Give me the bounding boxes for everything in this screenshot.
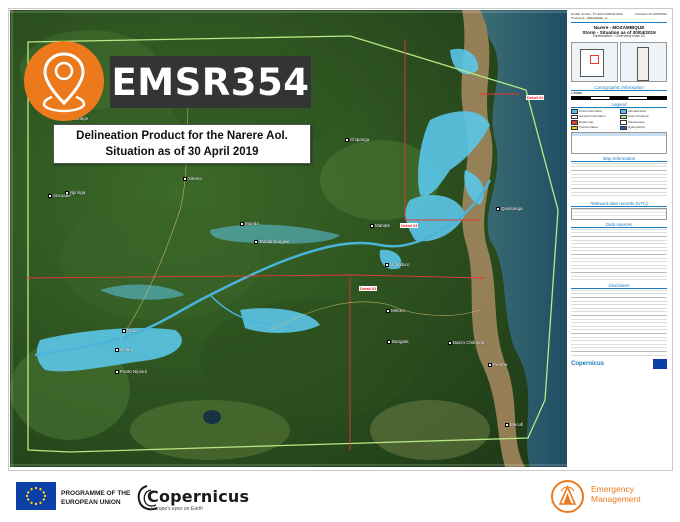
legend-item: Transportation (571, 126, 618, 131)
scale-bar (571, 96, 667, 101)
legend-swatch (620, 114, 627, 120)
legend-swatch (571, 114, 578, 120)
copernicus-wordmark: Copernicus (147, 487, 250, 506)
detail-map-label: Detail 03 (400, 223, 419, 228)
map-scale: 1:40000 (571, 90, 583, 95)
placename-label: Quissanga (496, 206, 523, 211)
cartographic-heading: Cartographic Information (571, 85, 667, 91)
eu-line-1: PROGRAMME OF THE (61, 490, 131, 497)
placename-label: Ocua (122, 328, 138, 333)
copernicus-tagline: Europe's eyes on Earth (151, 506, 203, 512)
placename-label: Bairro Chitunda (448, 340, 484, 345)
legend-swatch (571, 109, 578, 114)
product-table (571, 132, 667, 155)
product-title-box: Delineation Product for the Narere AoI. … (53, 124, 311, 164)
legend-heading: Legend (571, 102, 667, 109)
placename-label: Ponte Nipiodi (115, 369, 147, 374)
legend-swatch (620, 109, 627, 114)
eu-line-2: EUROPEAN UNION (61, 499, 121, 506)
legend-label: Crisis Information (579, 108, 603, 113)
placename-label: Bangala (387, 339, 409, 344)
activation-code-bar: EMSR354 (110, 56, 311, 108)
placename-label: Mahate (370, 223, 390, 228)
em-line-1: Emergency (591, 484, 634, 494)
legend-swatch (620, 120, 627, 125)
placename-label: Xitemo (183, 176, 202, 181)
legend-item: Hydrography (620, 126, 667, 131)
map-type: Delineation - Overview map 01 (593, 34, 645, 39)
eu-small-flag (653, 359, 667, 370)
product-title-line-2: Situation as of 30 April 2019 (105, 146, 259, 158)
disclaimer-heading: Disclaimer (571, 283, 667, 290)
map-info-heading: Map Information (571, 156, 667, 163)
legend-label: General Information (579, 114, 606, 119)
activation-id: Activation ID: EMSR354 (634, 12, 667, 16)
legend-list: Crisis Information Flooded Area General In… (571, 109, 667, 131)
product-title-line-1: Delineation Product for the Narere AoI. (76, 130, 288, 142)
legend-item: Placenames (620, 120, 667, 125)
disclaimer-text (571, 290, 667, 357)
legend-label: Placenames (628, 119, 645, 124)
legend-label: Area of Interest (628, 114, 649, 119)
detail-map-label: Detail 01 (526, 95, 545, 100)
placename-label: Metoro (386, 308, 405, 313)
placename-label: Mecufi (505, 422, 523, 427)
copernicus-small-logo: Copernicus (571, 361, 605, 368)
map-sheet: BalaNandepeChipangaNjiringaAncuabeXitemo… (0, 0, 680, 522)
legend-label: Flooded Area (628, 108, 646, 113)
legend-label: Hydrography (628, 125, 646, 130)
detail-map-label: Detail 02 (359, 286, 378, 291)
eu-flag-icon (16, 482, 56, 510)
em-line-2: Management (591, 494, 641, 504)
pin-icon (24, 41, 104, 121)
legend-label: Detail map (579, 119, 594, 124)
sources-text (571, 229, 667, 282)
sources-heading: Data sources (571, 222, 667, 229)
legend-item: Detail map (571, 120, 618, 125)
legend-item: Area of Interest (620, 115, 667, 120)
emergency-management-icon (551, 480, 584, 513)
placename-label: Chipanga (345, 137, 369, 142)
placename-label: Chiure (115, 347, 133, 352)
legend-swatch (571, 120, 578, 125)
placename-label: Ucanduro (385, 262, 410, 267)
map-legend-panel: GLIDE number: TC-2019-000034-MOZ Product… (568, 10, 670, 467)
placename-label: Tandanhangwe (254, 239, 290, 244)
legend-item: General Information (571, 115, 618, 120)
placename-label: Ancuabe (48, 193, 71, 198)
product-number: Product N.: 03NARERE, v1 (571, 15, 608, 20)
activation-code: EMSR354 (111, 60, 310, 104)
inset-map (571, 41, 667, 82)
placename-label: Mueda (240, 221, 259, 226)
legend-label: Transportation (579, 125, 599, 130)
dates-table (571, 208, 667, 221)
legend-item: Crisis Information (571, 109, 618, 114)
legend-swatch (620, 125, 627, 131)
legend-swatch (571, 125, 578, 131)
map-info-text (571, 163, 667, 200)
activation-badge: EMSR354 (24, 41, 311, 121)
eu-programme-text: PROGRAMME OF THE EUROPEAN UNION (61, 489, 130, 507)
dates-heading: Relevant date records (UTC) (571, 201, 667, 208)
placename-label: Pemba (488, 362, 507, 367)
legend-item: Flooded Area (620, 109, 667, 114)
emergency-management-text: Emergency Management (591, 484, 641, 504)
